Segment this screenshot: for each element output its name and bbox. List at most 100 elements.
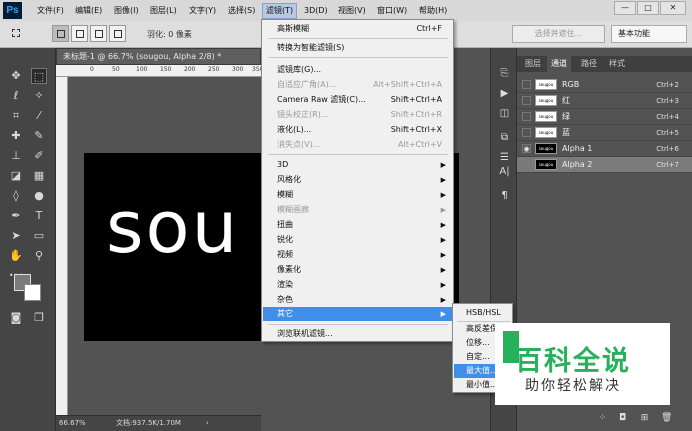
subtract-selection-icon[interactable] (90, 25, 107, 42)
rect-marquee-tool-icon[interactable]: ⬚ (31, 68, 47, 84)
minimize-button[interactable]: — (614, 1, 636, 15)
menu-window[interactable]: 窗口(W) (374, 3, 410, 19)
close-button[interactable]: ✕ (660, 1, 686, 15)
menu-item-convert-smart-filter[interactable]: 转换为智能滤镜(S) (263, 41, 452, 55)
feather-field[interactable]: 羽化: 0 像素 (147, 29, 192, 40)
channel-row-green[interactable]: sougou 绿 Ctrl+4 (517, 109, 692, 125)
menu-item-noise[interactable]: 杂色 ▶ (263, 293, 452, 307)
lasso-tool-icon[interactable]: ℓ (8, 88, 24, 104)
menu-item-camera-raw[interactable]: Camera Raw 滤镜(C)... Shift+Ctrl+A (263, 93, 452, 107)
rectangle-tool-icon[interactable]: ▭ (31, 228, 47, 244)
menu-item-render[interactable]: 渲染 ▶ (263, 278, 452, 292)
submenu-arrow-icon: ▶ (440, 251, 446, 259)
menu-item-sharpen[interactable]: 锐化 ▶ (263, 233, 452, 247)
visibility-toggle[interactable] (522, 96, 531, 105)
menu-item-distort[interactable]: 扭曲 ▶ (263, 218, 452, 232)
tab-channels[interactable]: 通道 (547, 56, 571, 72)
clone-stamp-tool-icon[interactable]: ⊥ (8, 148, 24, 164)
healing-brush-tool-icon[interactable]: ✚ (8, 128, 24, 144)
channel-row-alpha-2[interactable]: sougou Alpha 2 Ctrl+7 (517, 157, 692, 173)
eraser-tool-icon[interactable]: ◪ (8, 168, 24, 184)
menu-item-gaussian-blur[interactable]: 高斯模糊 Ctrl+F (263, 22, 452, 36)
intersect-selection-icon[interactable] (109, 25, 126, 42)
channel-row-blue[interactable]: sougou 蓝 Ctrl+5 (517, 125, 692, 141)
channels-footer: ⁘ ◘ ⊞ 🗑 (517, 408, 692, 431)
menu-type[interactable]: 文字(Y) (186, 3, 219, 19)
menu-image[interactable]: 图像(I) (111, 3, 142, 19)
menu-item-pixelate[interactable]: 像素化 ▶ (263, 263, 452, 277)
menu-item-other[interactable]: 其它 ▶ (263, 307, 452, 321)
tab-styles[interactable]: 样式 (605, 56, 629, 72)
menu-item-liquify[interactable]: 液化(L)... Shift+Ctrl+X (263, 123, 452, 137)
menu-item-label: 滤镜库(G)... (277, 65, 322, 74)
status-arrow-icon[interactable]: › (206, 416, 209, 431)
pen-tool-icon[interactable]: ✒ (8, 208, 24, 224)
path-selection-tool-icon[interactable]: ➤ (8, 228, 24, 244)
move-tool-icon[interactable]: ✥ (8, 68, 24, 84)
eye-icon[interactable]: ◉ (522, 144, 531, 153)
workspace-select[interactable]: 基本功能 (611, 25, 687, 43)
tab-layers[interactable]: 图层 (521, 56, 545, 72)
visibility-toggle[interactable] (522, 80, 531, 89)
screen-mode-icon[interactable]: ❐ (31, 310, 47, 326)
gradient-tool-icon[interactable]: ▦ (31, 168, 47, 184)
menu-item-browse-online-filters[interactable]: 浏览联机滤镜... (263, 327, 452, 341)
crop-tool-icon[interactable]: ⌗ (8, 108, 24, 124)
visibility-toggle[interactable] (522, 160, 531, 169)
marquee-preset-icon[interactable] (8, 25, 25, 42)
visibility-toggle[interactable] (522, 112, 531, 121)
zoom-tool-icon[interactable]: ⚲ (31, 248, 47, 264)
delete-channel-icon[interactable]: 🗑 (661, 413, 672, 424)
character-panel-icon[interactable]: A| (497, 164, 512, 179)
history-brush-tool-icon[interactable]: ✐ (31, 148, 47, 164)
brush-tool-icon[interactable]: ✎ (31, 128, 47, 144)
menu-item-filter-gallery[interactable]: 滤镜库(G)... (263, 63, 452, 77)
submenu-item-hsb-hsl[interactable]: HSB/HSL (454, 306, 512, 320)
actions-panel-icon[interactable]: ▶ (497, 86, 512, 101)
ruler-tick: 300 (232, 66, 244, 73)
eyedropper-tool-icon[interactable]: ⁄ (31, 108, 47, 124)
menu-view[interactable]: 视图(V) (335, 3, 369, 19)
menu-edit[interactable]: 编辑(E) (72, 3, 105, 19)
add-selection-icon[interactable] (71, 25, 88, 42)
select-and-mask-button[interactable]: 选择并遮住... (512, 25, 605, 43)
menu-layer[interactable]: 图层(L) (147, 3, 180, 19)
menu-select[interactable]: 选择(S) (225, 3, 258, 19)
visibility-toggle[interactable] (522, 128, 531, 137)
adjustments-panel-icon[interactable]: ☰ (497, 150, 512, 165)
menu-item-3d[interactable]: 3D ▶ (263, 158, 452, 172)
menu-item-blur[interactable]: 模糊 ▶ (263, 188, 452, 202)
menu-help[interactable]: 帮助(H) (416, 3, 450, 19)
menu-item-label: 像素化 (277, 265, 301, 274)
menu-file[interactable]: 文件(F) (34, 3, 67, 19)
hand-tool-icon[interactable]: ✋ (8, 248, 24, 264)
clone-source-panel-icon[interactable]: ⧉ (497, 130, 512, 145)
channel-row-rgb[interactable]: sougou RGB Ctrl+2 (517, 77, 692, 93)
maximize-button[interactable]: □ (637, 1, 659, 15)
paragraph-panel-icon[interactable]: ¶ (497, 188, 512, 203)
quick-mask-icon[interactable]: ◙ (8, 310, 24, 326)
properties-panel-icon[interactable]: ◫ (497, 106, 512, 121)
new-channel-icon[interactable]: ⊞ (639, 413, 650, 424)
menu-3d[interactable]: 3D(D) (301, 3, 331, 19)
dodge-tool-icon[interactable]: ● (31, 188, 47, 204)
tab-paths[interactable]: 路径 (577, 56, 601, 72)
load-selection-icon[interactable]: ⁘ (597, 413, 608, 424)
blur-tool-icon[interactable]: ◊ (8, 188, 24, 204)
channel-row-red[interactable]: sougou 红 Ctrl+3 (517, 93, 692, 109)
history-panel-icon[interactable]: ⎘ (497, 66, 512, 81)
save-selection-icon[interactable]: ◘ (617, 413, 628, 424)
menu-item-label: 渲染 (277, 280, 293, 289)
magic-wand-tool-icon[interactable]: ✧ (31, 88, 47, 104)
channel-row-alpha-1[interactable]: ◉ sougou Alpha 1 Ctrl+6 (517, 141, 692, 157)
menu-item-video[interactable]: 视频 ▶ (263, 248, 452, 262)
type-tool-icon[interactable]: T (31, 208, 47, 224)
channel-thumbnail: sougou (535, 95, 557, 106)
menu-item-stylize[interactable]: 风格化 ▶ (263, 173, 452, 187)
background-color-swatch[interactable] (24, 284, 41, 301)
new-selection-icon[interactable] (52, 25, 69, 42)
menu-filter[interactable]: 滤镜(T) (262, 3, 298, 19)
horizontal-ruler: 0 50 100 150 200 250 300 350 (56, 65, 263, 77)
zoom-level[interactable]: 66.67% (59, 416, 86, 431)
document-tab[interactable]: 未标题-1 @ 66.7% (sougou, Alpha 2/8) * (56, 48, 261, 65)
